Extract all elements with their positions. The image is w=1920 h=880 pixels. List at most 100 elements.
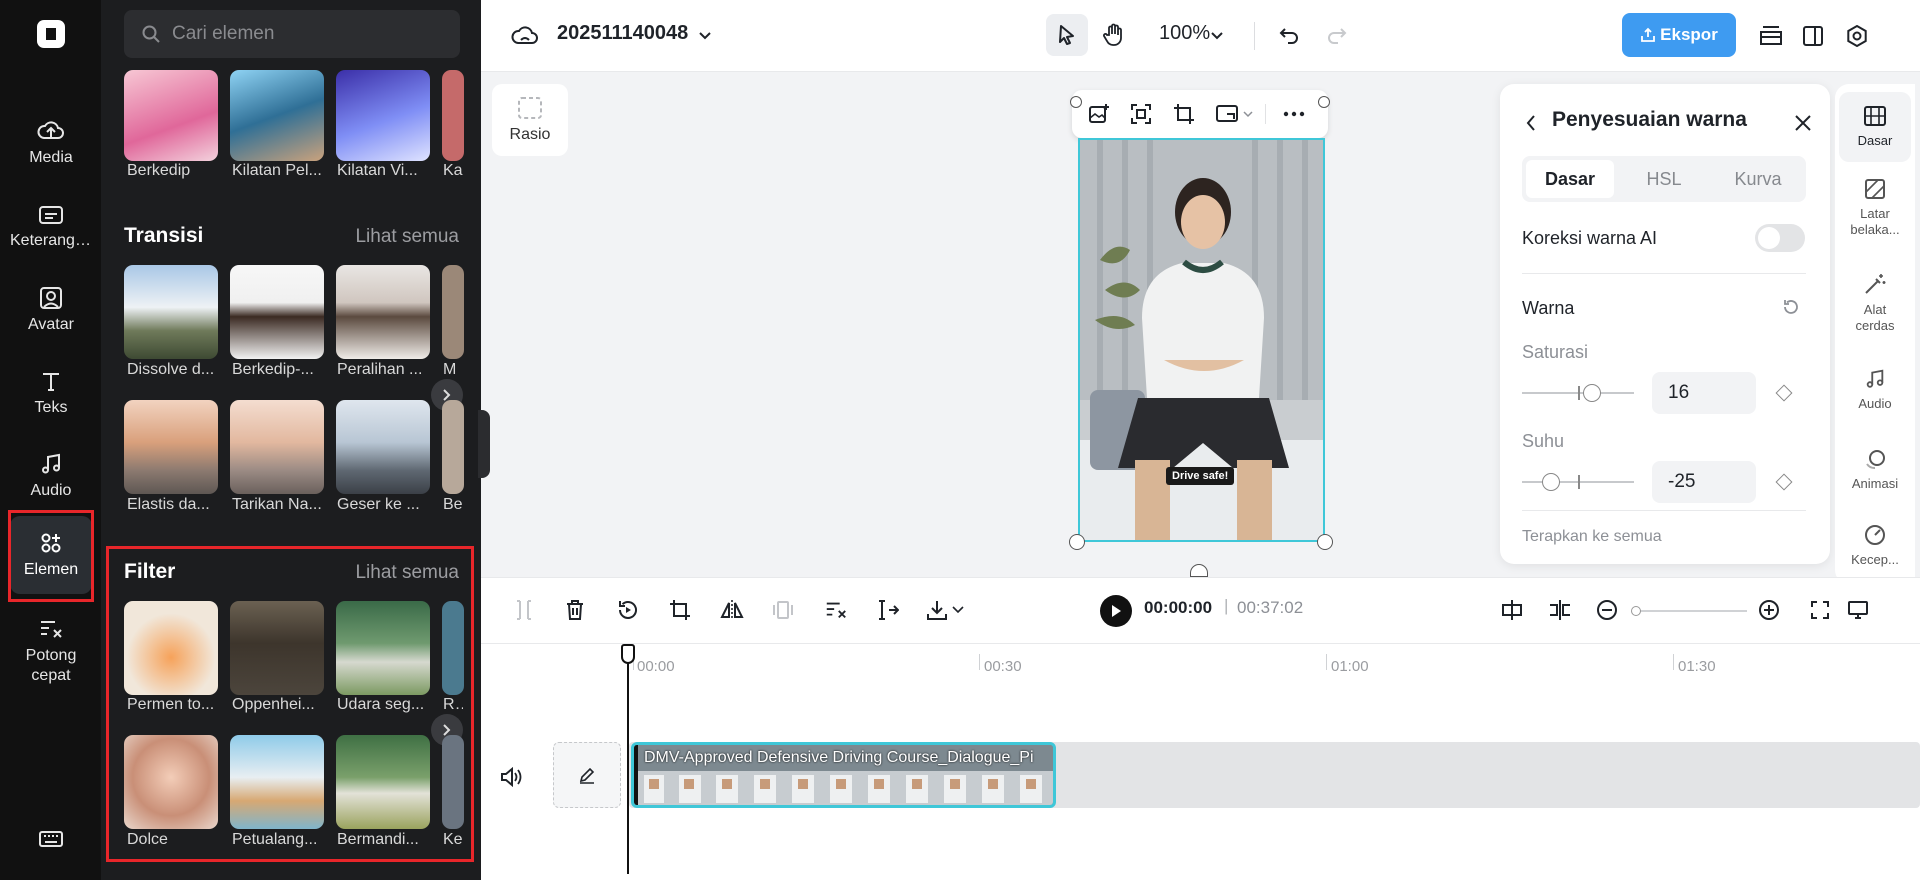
tab-speed[interactable]: Kecep... bbox=[1839, 524, 1911, 568]
transition-thumb[interactable] bbox=[124, 400, 218, 494]
cloud-save-button[interactable] bbox=[509, 20, 541, 52]
app-logo[interactable] bbox=[37, 20, 65, 48]
playhead[interactable] bbox=[627, 644, 629, 874]
close-button[interactable] bbox=[1790, 110, 1816, 136]
link-button[interactable] bbox=[1545, 595, 1575, 625]
hand-tool-button[interactable] bbox=[1093, 14, 1135, 56]
effect-thumb[interactable] bbox=[336, 70, 430, 161]
saturation-keyframe-icon[interactable] bbox=[1775, 384, 1793, 402]
resize-handle[interactable] bbox=[1318, 96, 1330, 108]
edit-cover-button[interactable] bbox=[553, 742, 621, 808]
rotate-handle[interactable] bbox=[1190, 564, 1208, 577]
remove-background-menu[interactable] bbox=[1242, 106, 1254, 122]
zoom-level[interactable]: 100% bbox=[1159, 22, 1210, 45]
temperature-input[interactable]: -25 bbox=[1652, 461, 1756, 503]
undo-button[interactable] bbox=[1271, 18, 1307, 54]
transition-thumb[interactable] bbox=[336, 400, 430, 494]
back-button[interactable] bbox=[1520, 110, 1542, 136]
tab-basic[interactable]: Dasar bbox=[1526, 160, 1614, 198]
project-menu-button[interactable] bbox=[695, 24, 715, 48]
mute-track-button[interactable] bbox=[496, 762, 526, 792]
play-button[interactable] bbox=[1100, 595, 1132, 627]
rail-item-quick-cut[interactable]: Potong cepat bbox=[10, 608, 92, 696]
filter-thumb[interactable] bbox=[336, 601, 430, 695]
aspect-ratio-button[interactable]: Rasio bbox=[492, 84, 568, 156]
transition-thumb[interactable] bbox=[230, 265, 324, 359]
crop-button[interactable] bbox=[1169, 100, 1199, 128]
transition-thumb[interactable] bbox=[336, 265, 430, 359]
apply-to-all-button[interactable]: Terapkan ke semua bbox=[1522, 528, 1662, 546]
snap-button[interactable] bbox=[1497, 595, 1527, 625]
temperature-keyframe-icon[interactable] bbox=[1775, 473, 1793, 491]
filters-see-all-link[interactable]: Lihat semua bbox=[355, 562, 459, 584]
download-menu-button[interactable] bbox=[951, 604, 965, 616]
rail-item-captions[interactable]: Keterangan bbox=[10, 188, 92, 266]
search-input[interactable]: Cari elemen bbox=[124, 10, 460, 58]
filter-thumb[interactable] bbox=[230, 601, 324, 695]
freeze-button[interactable] bbox=[768, 595, 798, 625]
filter-thumb[interactable] bbox=[442, 735, 464, 829]
filter-thumb[interactable] bbox=[124, 735, 218, 829]
saturation-slider-handle[interactable] bbox=[1583, 384, 1601, 402]
resize-handle[interactable] bbox=[1070, 96, 1082, 108]
preview-mode-button[interactable] bbox=[1843, 595, 1873, 625]
zoom-menu-button[interactable] bbox=[1209, 24, 1225, 48]
resize-handle-bottom-right[interactable] bbox=[1317, 534, 1333, 550]
replace-media-button[interactable] bbox=[1084, 100, 1114, 128]
video-preview[interactable]: Drive safe! bbox=[1078, 138, 1325, 542]
quick-cut-button[interactable] bbox=[821, 595, 851, 625]
effect-thumb[interactable] bbox=[124, 70, 218, 161]
redo-button[interactable] bbox=[1319, 18, 1355, 54]
export-button[interactable]: Ekspor bbox=[1622, 13, 1736, 57]
timeline-zoom-handle[interactable] bbox=[1631, 606, 1641, 616]
crop-clip-button[interactable] bbox=[665, 595, 695, 625]
remove-background-button[interactable] bbox=[1212, 100, 1242, 128]
mirror-button[interactable] bbox=[717, 595, 747, 625]
video-clip[interactable]: DMV-Approved Defensive Driving Course_Di… bbox=[631, 742, 1056, 808]
keyboard-shortcuts-button[interactable] bbox=[10, 820, 92, 864]
filter-thumb[interactable] bbox=[336, 735, 430, 829]
tab-basic-properties[interactable]: Dasar bbox=[1839, 92, 1911, 162]
zoom-in-button[interactable] bbox=[1754, 595, 1784, 625]
download-button[interactable] bbox=[922, 595, 952, 625]
panel-collapse-handle[interactable] bbox=[478, 410, 490, 478]
tab-background[interactable]: Latar belaka... bbox=[1839, 178, 1911, 238]
transition-thumb[interactable] bbox=[230, 400, 324, 494]
transition-thumb[interactable] bbox=[124, 265, 218, 359]
tab-audio[interactable]: Audio bbox=[1839, 368, 1911, 412]
reset-color-button[interactable] bbox=[1780, 296, 1802, 318]
fit-button[interactable] bbox=[1126, 100, 1156, 128]
caption-text[interactable]: Drive safe! bbox=[1166, 467, 1235, 485]
ai-correction-toggle[interactable] bbox=[1755, 224, 1805, 252]
transition-thumb[interactable] bbox=[442, 400, 464, 494]
rail-item-elements[interactable]: Elemen bbox=[10, 516, 92, 594]
layout-toggle-button[interactable] bbox=[1795, 18, 1831, 54]
reverse-button[interactable] bbox=[613, 595, 643, 625]
temperature-slider-handle[interactable] bbox=[1542, 473, 1560, 491]
fit-timeline-button[interactable] bbox=[1805, 595, 1835, 625]
rail-item-text[interactable]: Teks bbox=[10, 354, 92, 432]
effect-thumb[interactable] bbox=[442, 70, 464, 161]
settings-button[interactable] bbox=[1839, 18, 1875, 54]
tab-curves[interactable]: Kurva bbox=[1714, 160, 1802, 198]
transitions-see-all-link[interactable]: Lihat semua bbox=[355, 226, 459, 248]
rail-item-media[interactable]: Media bbox=[10, 104, 92, 182]
select-tool-button[interactable] bbox=[1046, 14, 1088, 56]
trim-button[interactable] bbox=[873, 595, 903, 625]
rail-item-avatar[interactable]: Avatar bbox=[10, 271, 92, 349]
delete-button[interactable] bbox=[560, 595, 590, 625]
timeline-zoom-slider[interactable] bbox=[1635, 610, 1747, 612]
effect-thumb[interactable] bbox=[230, 70, 324, 161]
transition-thumb[interactable] bbox=[442, 265, 464, 359]
project-name[interactable]: 202511140048 bbox=[557, 22, 688, 45]
tab-animation[interactable]: Animasi bbox=[1839, 448, 1911, 492]
split-button[interactable] bbox=[509, 595, 539, 625]
zoom-out-button[interactable] bbox=[1592, 595, 1622, 625]
tab-hsl[interactable]: HSL bbox=[1620, 160, 1708, 198]
saturation-input[interactable]: 16 bbox=[1652, 372, 1756, 414]
filter-thumb[interactable] bbox=[442, 601, 464, 695]
more-options-button[interactable] bbox=[1278, 100, 1310, 128]
filter-thumb[interactable] bbox=[124, 601, 218, 695]
layers-button[interactable] bbox=[1753, 18, 1789, 54]
resize-handle-bottom-left[interactable] bbox=[1069, 534, 1085, 550]
